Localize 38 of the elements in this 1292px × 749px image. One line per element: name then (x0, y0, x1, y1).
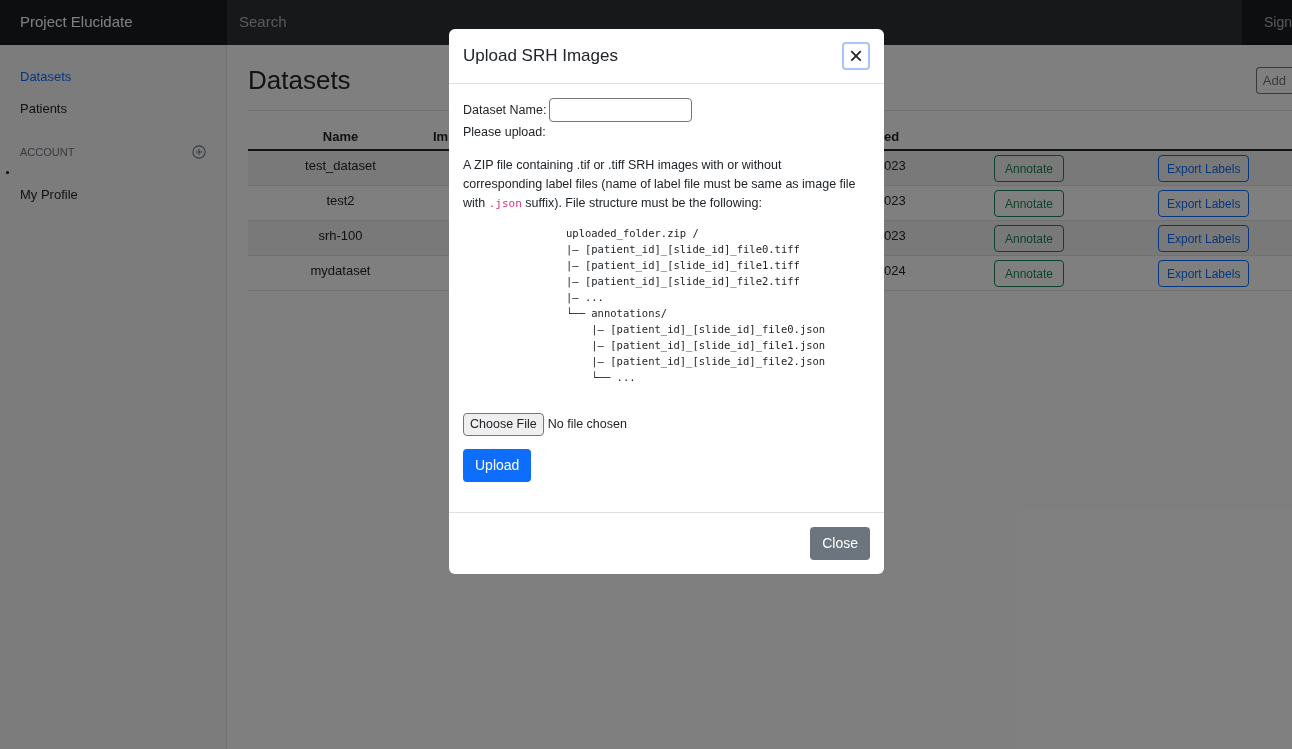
section-heading: ACCOUNT (20, 144, 75, 160)
choose-file-button[interactable]: Choose File (463, 412, 544, 436)
sidebar-item[interactable]: My Profile (20, 185, 78, 205)
upload-button[interactable]: Upload (463, 448, 532, 482)
description-text: A ZIP file containing .tif or .tiff SRH images with or without corresponding label files (name of label file must be same as image file with .json suffix). File structure must be the following: (463, 156, 857, 212)
export-labels-button[interactable]: Export Labels (1158, 260, 1250, 287)
annotate-button[interactable]: Annotate (994, 190, 1065, 217)
file-status: No file chosen (547, 415, 627, 433)
dialog-title: Upload SRH Images (463, 45, 618, 68)
close-dialog-button[interactable]: Close (810, 527, 870, 560)
sidebar-item[interactable]: Patients (20, 99, 67, 119)
export-labels-button[interactable]: Export Labels (1158, 155, 1250, 182)
table-cell: 023 (884, 193, 906, 208)
close-button[interactable]: × (842, 42, 870, 70)
add-button[interactable]: Add (1255, 66, 1292, 95)
table-cell: test2 (326, 193, 355, 208)
field-label: Dataset Name: (463, 101, 547, 119)
dataset-name-field[interactable] (549, 98, 693, 122)
export-labels-button[interactable]: Export Labels (1158, 190, 1250, 217)
column-header: ed (884, 129, 900, 145)
table-cell: test_dataset (305, 158, 376, 173)
plus-circle-icon[interactable] (192, 145, 206, 159)
export-labels-button[interactable]: Export Labels (1158, 225, 1250, 252)
table-cell: srh-100 (318, 228, 363, 243)
table-cell: 023 (884, 228, 906, 243)
brand-title[interactable]: Project Elucidate (20, 11, 133, 34)
sidebar-item[interactable]: Datasets (20, 67, 72, 87)
table-cell: 023 (884, 158, 906, 173)
column-header: Im (433, 129, 449, 145)
upload-label: Please upload: (463, 124, 547, 141)
annotate-button[interactable]: Annotate (994, 155, 1065, 182)
table-cell: mydataset (310, 263, 371, 278)
file-structure-listing: uploaded_folder.zip / |— [patient_id]_[slide_id]_file0.tiff |— [patient_id]_[slide_id]_file1.tiff |— [patient_id]_[slide_id]_file2.tiff |— ... └── annotations/ |— [patient_id]_[slide_id]_file0.json |— [patient_id]_[slide_id]_file1.json |— [patient_id]_[slide_id]_file2.json └── ... (566, 225, 827, 385)
page-title: Datasets (248, 64, 351, 97)
annotate-button[interactable]: Annotate (994, 225, 1065, 252)
column-header: Name (322, 129, 359, 145)
annotate-button[interactable]: Annotate (994, 260, 1065, 287)
table-cell: 024 (884, 263, 906, 278)
